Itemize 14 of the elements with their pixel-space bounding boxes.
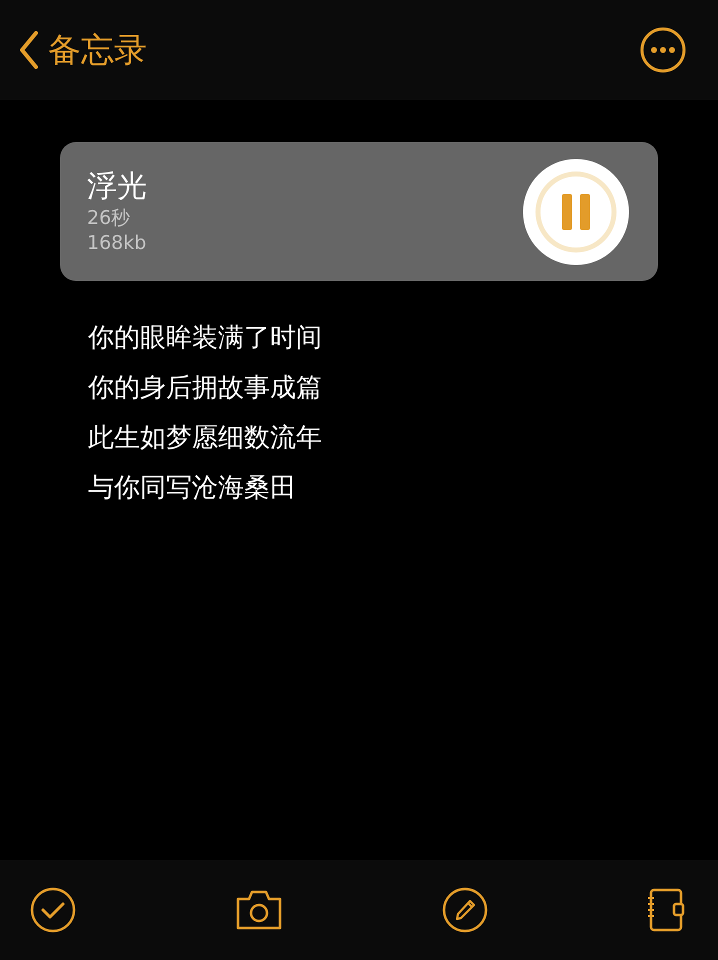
lyric-line: 你的身后拥故事成篇 — [88, 372, 323, 405]
back-button[interactable]: 备忘录 — [18, 28, 147, 72]
camera-icon[interactable] — [234, 889, 284, 931]
recording-title: 浮光 — [87, 168, 147, 206]
checkmark-icon[interactable] — [30, 887, 76, 933]
recording-duration: 26秒 — [87, 206, 132, 230]
lyric-line: 你的眼眸装满了时间 — [88, 322, 323, 355]
lyric-line: 与你同写沧海桑田 — [88, 472, 297, 505]
recording-size: 168kb — [87, 230, 147, 256]
back-icon — [18, 30, 40, 70]
pencil-icon[interactable] — [442, 887, 488, 933]
more-icon[interactable] — [640, 27, 686, 73]
notebook-icon[interactable] — [646, 888, 686, 932]
lyric-line: 此生如梦愿细数流年 — [88, 422, 323, 455]
